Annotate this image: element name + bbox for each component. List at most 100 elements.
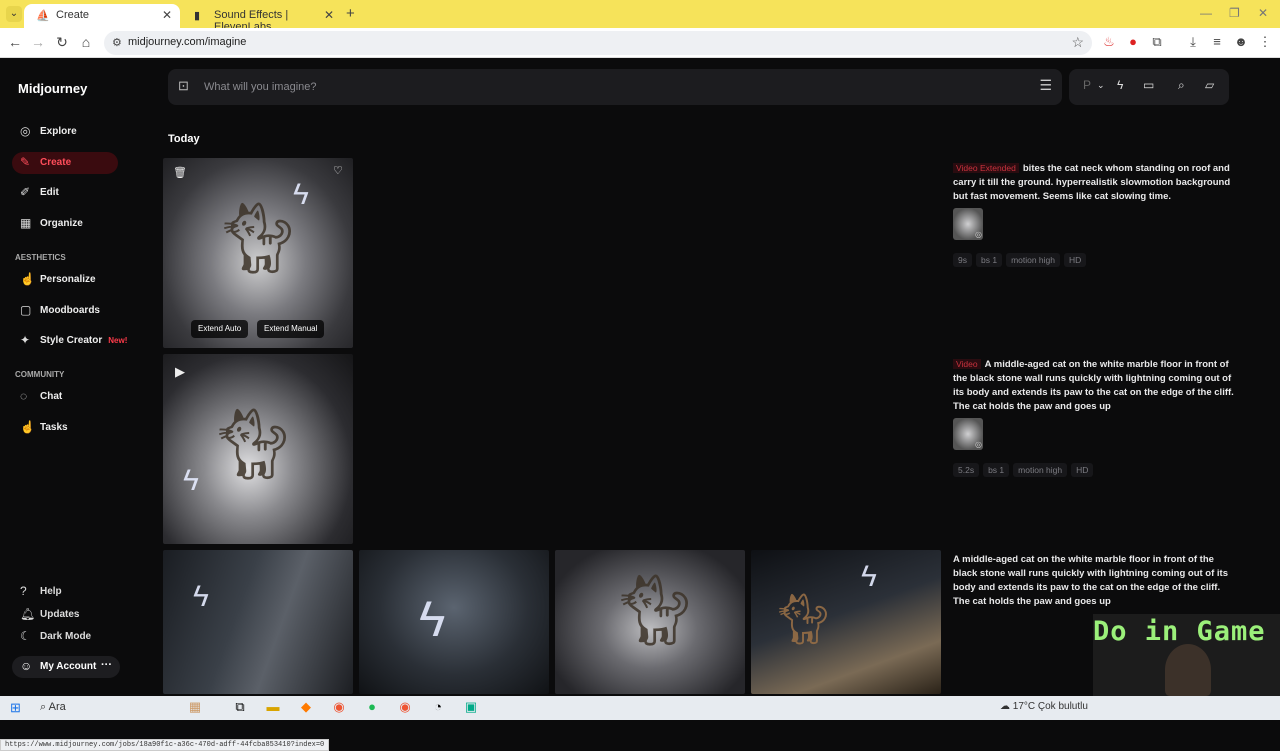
footer-updates[interactable]: 🔔︎ Updates — [12, 605, 122, 625]
site-info-icon[interactable]: ⚙ — [112, 36, 122, 49]
search-icon[interactable]: ⌕ — [1178, 78, 1185, 93]
lightning-image-icon: ϟ — [419, 591, 446, 647]
prompt-bar: ⊡ ☰ — [168, 69, 1062, 105]
job-prompt[interactable]: Video A middle-aged cat on the white marb… — [953, 357, 1238, 414]
extend-manual-button[interactable]: Extend Manual — [257, 320, 325, 338]
personalize-p-icon[interactable]: P — [1083, 78, 1091, 92]
play-icon[interactable]: ▶ — [175, 364, 185, 380]
sidebar-item-moodboards[interactable]: ▢ Moodboards — [12, 300, 118, 322]
image-thumbnail[interactable]: ϟ — [359, 550, 549, 694]
back-arrow-icon[interactable]: ← — [6, 34, 24, 50]
midjourney-app: Midjourney ◎ Explore ✎ Create ✐ Edit ▦ O… — [0, 58, 1280, 751]
sidebar-item-organize[interactable]: ▦ Organize — [12, 213, 118, 235]
job-prompt[interactable]: A middle-aged cat on the white marble fl… — [953, 553, 1238, 609]
param-chip[interactable]: HD — [1071, 463, 1094, 477]
window-close-icon[interactable]: ✕ — [1258, 6, 1268, 20]
download-icon[interactable]: ⤓ — [1184, 34, 1202, 50]
cat-image-icon: 🐈︎ — [208, 405, 297, 483]
video-thumbnail[interactable]: 🐈︎ ϟ 🗑︎ ♡ — [163, 158, 353, 348]
sidebar-item-explore[interactable]: ◎ Explore — [12, 121, 118, 143]
image-thumbnail[interactable]: 🐈︎ ϟ — [751, 550, 941, 694]
tab-elevenlabs[interactable]: ▮ Sound Effects | ElevenLabs ✕ — [182, 4, 342, 33]
reference-image-thumb[interactable]: ◎ — [953, 208, 983, 240]
chat-bubble-icon[interactable]: ▭ — [1143, 78, 1154, 92]
bookmark-star-icon[interactable]: ☆ — [1071, 34, 1084, 51]
job-prompt[interactable]: Video Extended bites the cat neck whom st… — [953, 161, 1238, 204]
job-prompt-text: A middle-aged cat on the white marble fl… — [953, 554, 1228, 607]
job-tag: Video — [953, 359, 981, 369]
media-control-icon[interactable]: ≡ — [1208, 34, 1226, 49]
home-icon[interactable]: ⌂ — [77, 34, 95, 50]
chrome-icon[interactable]: ◉ — [330, 699, 348, 715]
close-icon[interactable]: ✕ — [162, 8, 172, 22]
heart-icon[interactable]: ♡ — [333, 164, 343, 177]
param-chip[interactable]: bs 1 — [983, 463, 1010, 477]
extension-flame-icon[interactable]: ♨ — [1100, 34, 1118, 50]
sidebar-item-style-creator[interactable]: ✦ Style Creator New! — [12, 330, 142, 352]
param-chip[interactable]: 9s — [953, 253, 972, 267]
chevron-down-icon[interactable]: ⌄ — [1097, 80, 1105, 91]
browser-menu-icon[interactable]: ⋮ — [1256, 34, 1274, 50]
taskbar-search[interactable]: ⌕ Ara — [40, 701, 66, 714]
sidebar-item-edit[interactable]: ✐ Edit — [12, 182, 118, 204]
video-thumbnail[interactable]: 🐈︎ ϟ ▶ — [163, 354, 353, 544]
sidebar-item-chat[interactable]: ◌ Chat — [12, 386, 118, 408]
folder-icon[interactable]: ▱ — [1205, 78, 1214, 92]
widget-image-icon[interactable]: ▦ — [186, 699, 204, 715]
tab-search-chevron-icon[interactable]: ⌄ — [6, 6, 22, 22]
board-icon: ▢ — [20, 303, 32, 317]
app-icon[interactable]: ◆ — [297, 699, 315, 715]
footer-help[interactable]: ? Help — [12, 582, 122, 602]
image-thumbnail[interactable]: 🐈︎ — [555, 550, 745, 694]
task-view-icon[interactable]: ⧉ — [231, 699, 249, 715]
address-bar[interactable]: ⚙ midjourney.com/imagine ☆ — [104, 31, 1092, 55]
cat-image-icon: 🐈︎ — [771, 591, 835, 647]
loop-icon: ◎ — [975, 440, 982, 449]
job-tag: Video Extended — [953, 163, 1019, 173]
param-chip[interactable]: HD — [1064, 253, 1087, 267]
chrome-active-icon[interactable]: ◉ — [396, 699, 414, 715]
address-url[interactable]: midjourney.com/imagine — [128, 36, 246, 48]
restore-icon[interactable]: ❐ — [1229, 6, 1240, 20]
trash-icon[interactable]: 🗑︎ — [173, 166, 187, 179]
weather-widget[interactable]: ☁ 17°C Çok bulutlu — [1000, 701, 1088, 712]
param-chip[interactable]: motion high — [1006, 253, 1061, 267]
forward-arrow-icon[interactable]: → — [29, 34, 47, 50]
lightning-icon[interactable]: ϟ — [1117, 78, 1123, 92]
spotify-icon[interactable]: ● — [363, 699, 381, 714]
extend-auto-button[interactable]: Extend Auto — [191, 320, 249, 338]
sidebar-item-tasks[interactable]: ☝ Tasks — [12, 417, 118, 439]
my-account-button[interactable]: ☺ My Account ··· — [12, 656, 120, 678]
image-thumbnail[interactable]: ϟ — [163, 550, 353, 694]
cat-image-icon: 🐈︎ — [213, 199, 302, 277]
profile-avatar-icon[interactable]: ☻ — [1232, 34, 1250, 49]
tasks-icon: ☝ — [20, 420, 35, 434]
reference-image-thumb[interactable]: ◎ — [953, 418, 983, 450]
minimize-icon[interactable]: — — [1200, 6, 1212, 20]
param-chip[interactable]: motion high — [1013, 463, 1068, 477]
param-chip[interactable]: 5.2s — [953, 463, 980, 477]
reload-icon[interactable]: ↻ — [53, 34, 71, 51]
tab-create[interactable]: ⛵ Create ✕ — [24, 4, 180, 28]
browser-tab-strip: ⌄ ⛵ Create ✕ ▮ Sound Effects | ElevenLab… — [0, 0, 1280, 33]
more-options-icon[interactable]: ··· — [101, 659, 112, 671]
account-label: My Account — [40, 661, 97, 672]
link-status-url: https://www.midjourney.com/jobs/18a90f1c… — [0, 739, 330, 751]
file-explorer-icon[interactable]: ▬ — [264, 699, 282, 714]
close-icon[interactable]: ✕ — [324, 8, 334, 22]
sidebar-item-personalize[interactable]: ☝ Personalize — [12, 269, 118, 291]
opera-extension-icon[interactable]: ● — [1124, 34, 1142, 49]
extensions-puzzle-icon[interactable]: ⧉ — [1148, 34, 1166, 50]
lightning-image-icon: ϟ — [183, 464, 199, 497]
windows-start-icon[interactable]: ⊞ — [10, 700, 21, 716]
footer-dark-mode[interactable]: ☾ Dark Mode — [12, 627, 122, 647]
new-tab-plus-icon[interactable]: + — [346, 5, 355, 22]
app-square-icon[interactable]: ▣ — [462, 699, 480, 715]
settings-sliders-icon[interactable]: ☰ — [1039, 77, 1052, 94]
speedometer-icon[interactable]: ◔ — [429, 699, 447, 714]
sidebar-item-create[interactable]: ✎ Create — [12, 152, 118, 174]
param-chip[interactable]: bs 1 — [975, 253, 1003, 267]
image-prompt-icon[interactable]: ⊡ — [178, 78, 189, 94]
imagine-input[interactable] — [204, 77, 1004, 97]
brand-logo[interactable]: Midjourney — [18, 81, 87, 96]
